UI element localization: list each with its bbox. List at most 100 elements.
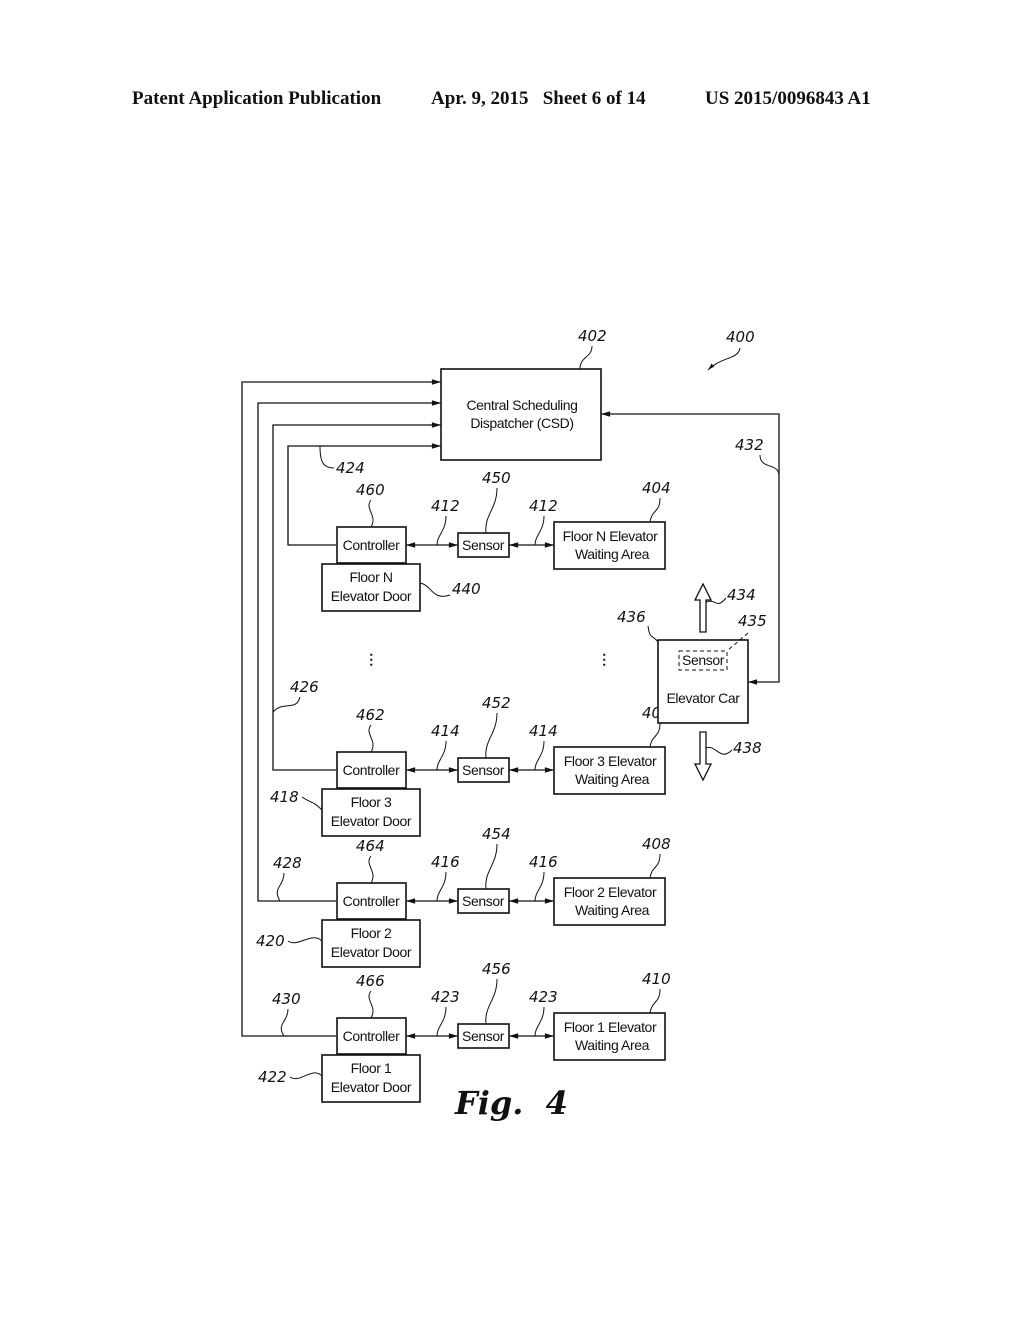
up-arrow-icon [693, 582, 713, 633]
link-ref-right: 414 [529, 722, 558, 740]
ellipsis-right: ⋮ [597, 651, 611, 667]
waiting-area-label-line1: Floor 2 Elevator [564, 884, 657, 900]
link-ref-left: 414 [431, 722, 460, 740]
bus-leader-2 [276, 872, 285, 902]
up-arrow-ref: 434 [727, 586, 756, 604]
bus-leader-n [319, 445, 335, 469]
floor-row: Controller 462 Floor 3 Elevator Door 418 Sens… [270, 694, 671, 837]
controller-ref: 462 [356, 706, 385, 724]
controller-ref: 460 [356, 481, 385, 499]
sensor-ref: 452 [482, 694, 511, 712]
csd-label-line2: Dispatcher (CSD) [470, 415, 573, 431]
link-ref-right: 412 [529, 497, 558, 515]
waiting-area-ref: 408 [642, 835, 671, 853]
bus-ref-3: 426 [290, 678, 319, 696]
down-arrow-leader [705, 746, 733, 755]
csd-block: Central Scheduling Dispatcher (CSD) 402 [440, 327, 607, 461]
sensor-ref: 450 [482, 469, 511, 487]
bus-leader-1 [280, 1008, 289, 1037]
elevator-door-ref: 440 [452, 580, 481, 598]
link-ref-right: 423 [529, 988, 558, 1006]
ellipsis-left: ⋮ [364, 651, 378, 667]
floor-row: Controller 466 Floor 1 Elevator Door 422 Sens… [258, 960, 671, 1103]
csd-ref: 402 [578, 327, 607, 345]
bus-ref-2: 428 [273, 854, 302, 872]
sensor-ref: 454 [482, 825, 511, 843]
elevator-door-ref: 418 [270, 788, 299, 806]
sensor-ref: 456 [482, 960, 511, 978]
sensor-label: Sensor [462, 537, 505, 553]
elevator-door-leader [287, 937, 323, 944]
sensor-label: Sensor [462, 1028, 505, 1044]
elevator-door-label-line1: Floor 3 [351, 794, 392, 810]
elevator-car-ref: 436 [617, 608, 646, 626]
controller-label: Controller [343, 893, 400, 909]
link-leader-right [534, 515, 545, 546]
controller-leader [368, 724, 374, 753]
elevator-door-ref: 422 [258, 1068, 287, 1086]
controller-label: Controller [343, 762, 400, 778]
waiting-area-label-line1: Floor 1 Elevator [564, 1019, 657, 1035]
controller-leader [368, 499, 374, 528]
elevator-door-label-line2: Elevator Door [331, 813, 412, 829]
waiting-area-label-line1: Floor N Elevator [563, 528, 658, 544]
controller-label: Controller [343, 1028, 400, 1044]
controller-label: Controller [343, 537, 400, 553]
elevator-door-label-line2: Elevator Door [331, 588, 412, 604]
system-ref-arrow [707, 347, 741, 371]
link-leader-left [436, 515, 447, 546]
system-ref: 400 [726, 328, 755, 346]
elevator-door-leader [419, 582, 451, 597]
waiting-area-label-line2: Waiting Area [575, 546, 650, 562]
elevator-door-label-line2: Elevator Door [331, 944, 412, 960]
link-ref-right: 416 [529, 853, 558, 871]
link-leader-left [436, 871, 447, 902]
car-sensor-label: Sensor [682, 652, 725, 668]
waiting-area-ref: 410 [642, 970, 671, 988]
elevator-door-label-line1: Floor N [349, 569, 392, 585]
bus-leader-3 [272, 696, 301, 713]
link-ref-left: 412 [431, 497, 460, 515]
elevator-door-label-line1: Floor 2 [351, 925, 392, 941]
bus-ref-1: 430 [272, 990, 301, 1008]
down-arrow-icon [693, 731, 713, 782]
bus-ref-n: 424 [336, 459, 365, 477]
down-arrow-ref: 438 [733, 739, 762, 757]
sensor-label: Sensor [462, 762, 505, 778]
elevator-door-label-line1: Floor 1 [351, 1060, 392, 1076]
elevator-door-leader [301, 796, 323, 811]
waiting-area-label-line2: Waiting Area [575, 902, 650, 918]
car-link-ref: 432 [735, 436, 764, 454]
controller-ref: 466 [356, 972, 385, 990]
csd-leader [579, 345, 593, 370]
elevator-system-diagram: Central Scheduling Dispatcher (CSD) 402 … [241, 327, 780, 1122]
elevator-door-ref: 420 [256, 932, 285, 950]
waiting-area-leader [649, 497, 661, 523]
controller-leader [368, 855, 374, 884]
waiting-area-label-line2: Waiting Area [575, 771, 650, 787]
link-leader-right [534, 1006, 545, 1037]
waiting-area-leader [649, 722, 661, 748]
link-leader-left [436, 740, 447, 771]
car-link-leader [759, 454, 780, 477]
sensor-leader [485, 843, 498, 890]
floor-row: Controller 460 Floor N Elevator Door 440 Sens… [321, 469, 671, 612]
link-ref-left: 423 [431, 988, 460, 1006]
waiting-area-label-line2: Waiting Area [575, 1037, 650, 1053]
sensor-leader [485, 978, 498, 1025]
sensor-leader [485, 487, 498, 534]
elevator-car-leader [647, 625, 659, 643]
floor-row: Controller 464 Floor 2 Elevator Door 420 Sens… [256, 825, 671, 968]
waiting-area-label-line1: Floor 3 Elevator [564, 753, 657, 769]
link-leader-right [534, 740, 545, 771]
elevator-door-leader [289, 1072, 323, 1080]
controller-ref: 464 [356, 837, 385, 855]
car-sensor-ref: 435 [738, 612, 767, 630]
sensor-label: Sensor [462, 893, 505, 909]
link-leader-right [534, 871, 545, 902]
link-ref-left: 416 [431, 853, 460, 871]
sensor-leader [485, 712, 498, 759]
elevator-door-label-line2: Elevator Door [331, 1079, 412, 1095]
elevator-car-label: Elevator Car [666, 690, 740, 706]
link-leader-left [436, 1006, 447, 1037]
